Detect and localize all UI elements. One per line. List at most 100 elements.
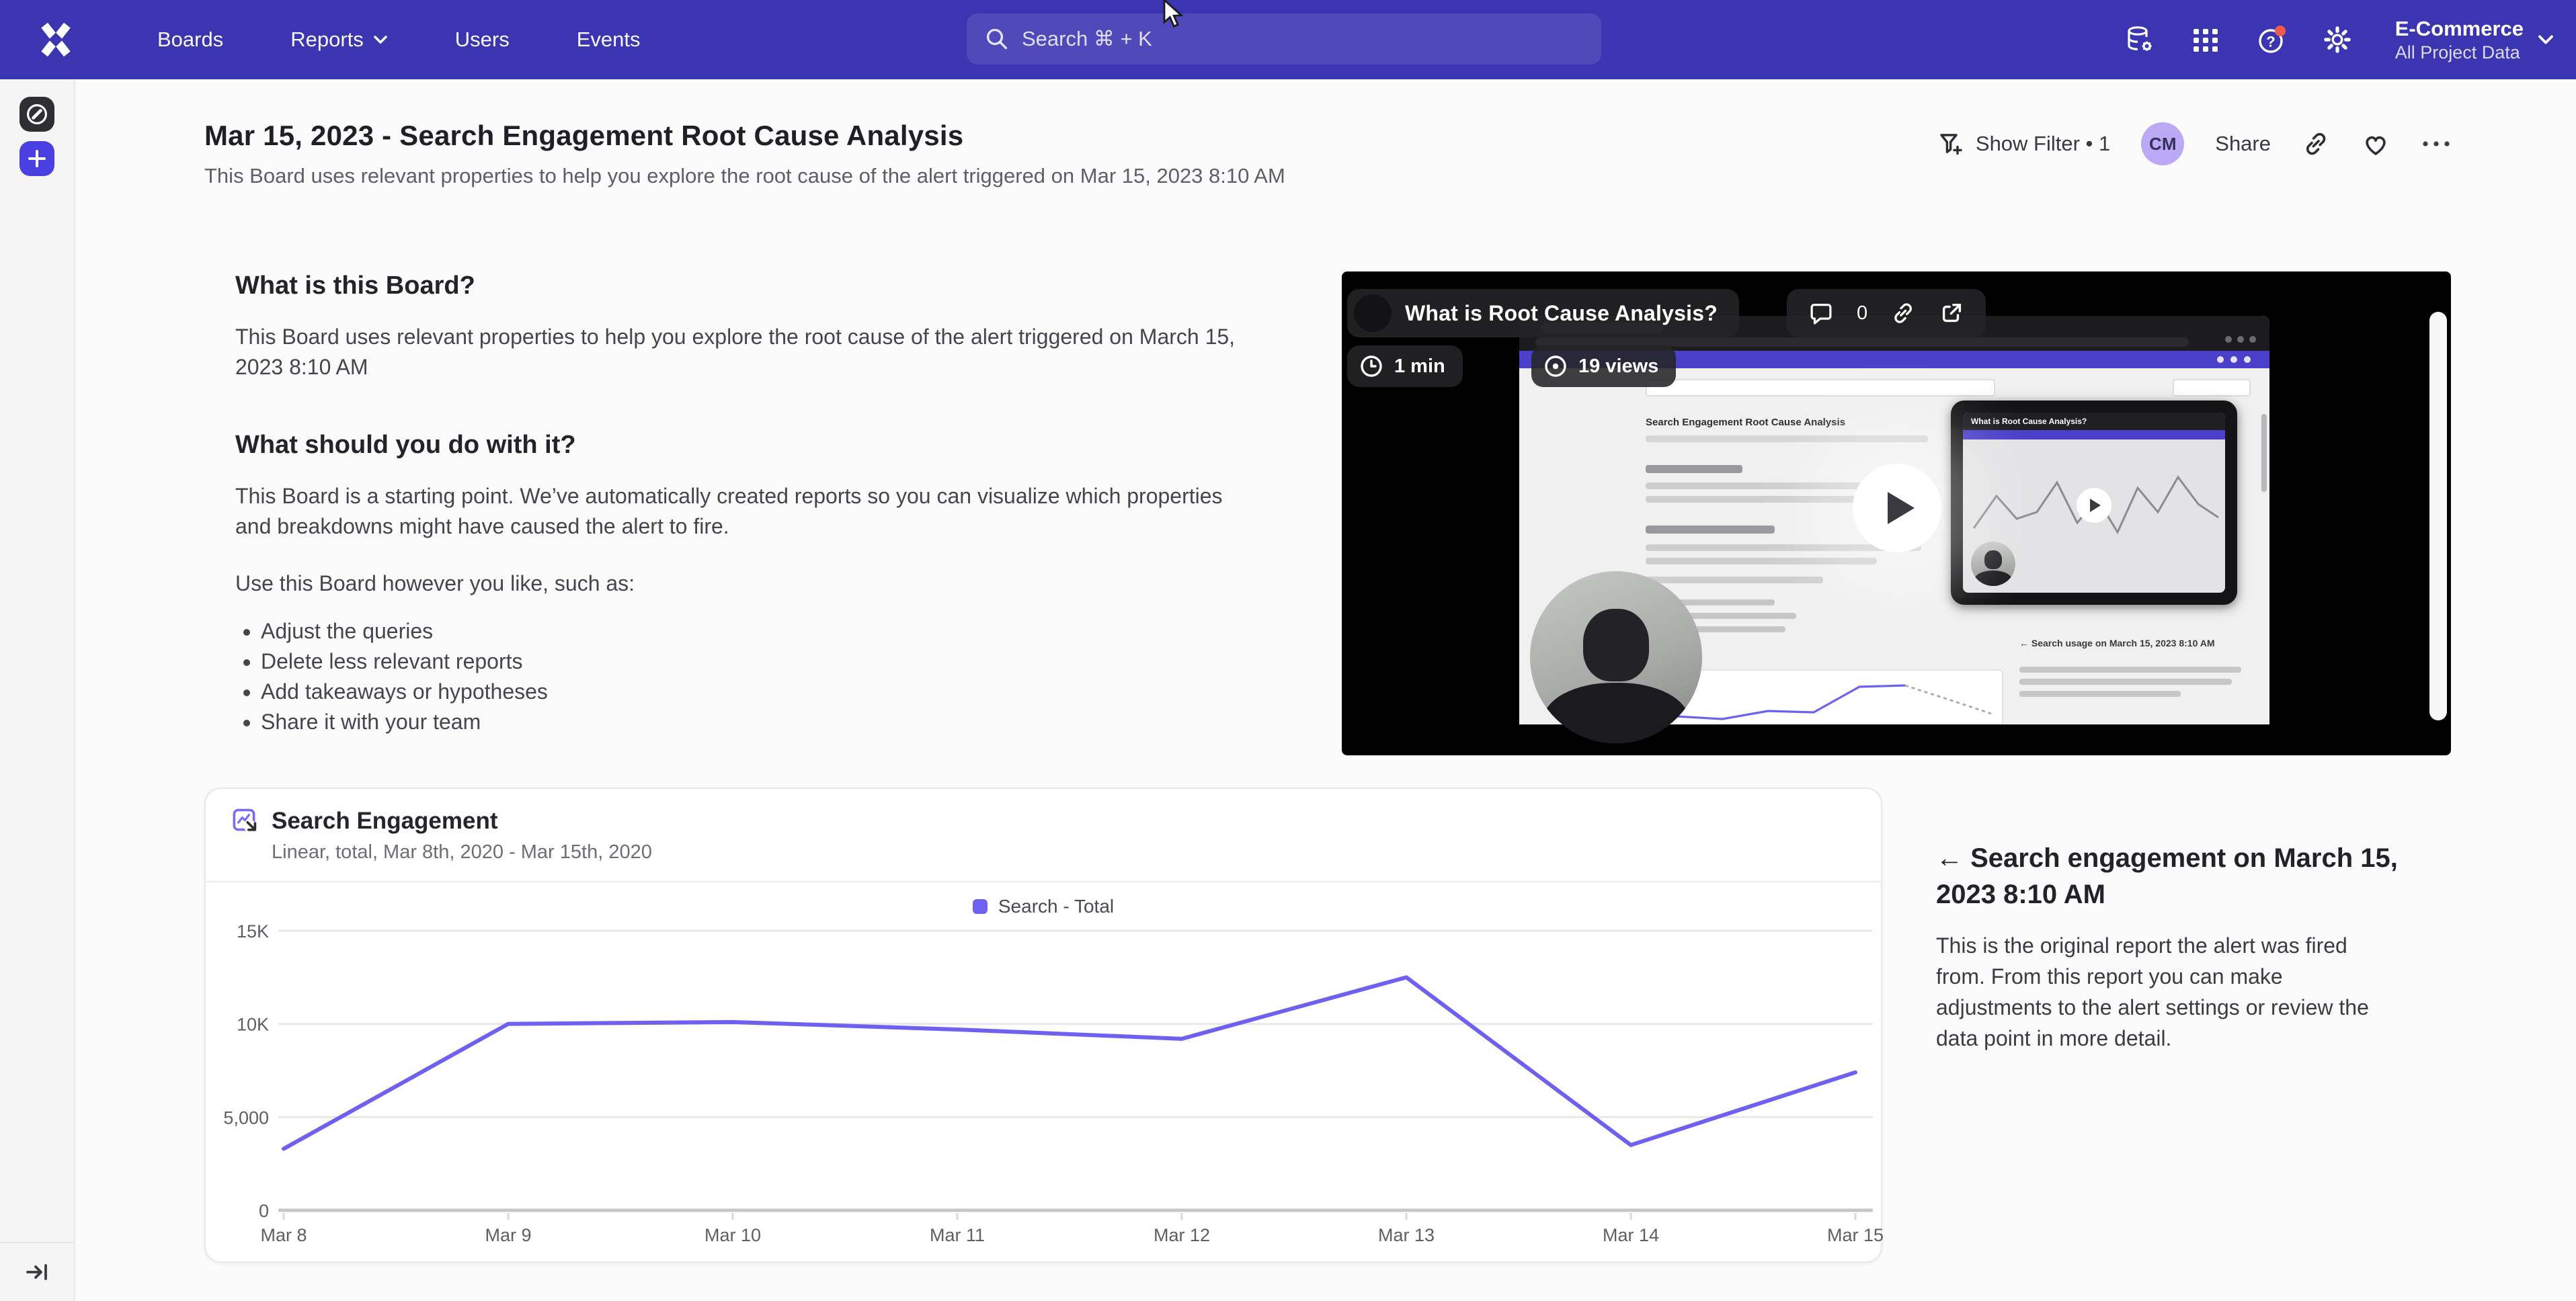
svg-text:Mar 13: Mar 13 xyxy=(1378,1225,1435,1245)
intro-section: What is this Board? This Board uses rele… xyxy=(204,271,2451,755)
board-title: Mar 15, 2023 - Search Engagement Root Ca… xyxy=(204,120,1285,152)
presenter-webcam-bubble xyxy=(1530,571,1702,743)
nav-item-reports[interactable]: Reports xyxy=(290,28,388,52)
search-icon xyxy=(985,28,1008,50)
chevron-down-icon xyxy=(373,34,388,45)
create-new-button[interactable] xyxy=(19,141,54,176)
report-section: Search Engagement Linear, total, Mar 8th… xyxy=(204,788,2451,1263)
primary-nav: Boards Reports Users Events xyxy=(157,28,641,52)
svg-text:Mar 14: Mar 14 xyxy=(1603,1225,1659,1245)
engagement-chart: 05,00010K15KMar 8Mar 9Mar 10Mar 11Mar 12… xyxy=(206,920,1884,1248)
app-root: Boards Reports Users Events Search ⌘ + K xyxy=(0,0,2576,1301)
annotation-heading: ← Search engagement on March 15, 2023 8:… xyxy=(1936,840,2407,913)
data-management-icon[interactable] xyxy=(2124,24,2156,56)
chevron-down-icon xyxy=(2537,34,2554,46)
svg-text:Mar 11: Mar 11 xyxy=(930,1225,985,1245)
compass-icon xyxy=(25,102,49,126)
nav-utilities: ? E-Commerce All Project Data xyxy=(2124,0,2554,79)
apps-grid-icon[interactable] xyxy=(2189,24,2222,56)
board-subtitle: This Board uses relevant properties to h… xyxy=(204,164,1285,188)
svg-text:?: ? xyxy=(2266,34,2275,50)
help-icon[interactable]: ? xyxy=(2255,24,2288,56)
svg-text:Mar 9: Mar 9 xyxy=(485,1225,531,1245)
report-card[interactable]: Search Engagement Linear, total, Mar 8th… xyxy=(204,788,1882,1263)
video-presenter-avatar xyxy=(1354,294,1392,332)
views-icon xyxy=(1543,354,1568,378)
mouse-cursor xyxy=(1159,0,1186,30)
mixpanel-logo-icon[interactable] xyxy=(38,22,74,58)
project-scope: All Project Data xyxy=(2395,42,2524,63)
video-duration-badge: 1 min xyxy=(1347,345,1463,387)
legend-label: Search - Total xyxy=(998,896,1114,917)
board-canvas: Mar 15, 2023 - Search Engagement Root Ca… xyxy=(75,79,2576,1301)
open-external-icon[interactable] xyxy=(1939,300,1964,326)
list-item: Adjust the queries xyxy=(261,616,1240,646)
plus-icon xyxy=(28,149,46,168)
svg-text:Mar 12: Mar 12 xyxy=(1154,1225,1210,1245)
left-rail xyxy=(0,79,75,1301)
line-report-icon[interactable] xyxy=(233,808,258,834)
thumb-nested-video: What is Root Cause Analysis? xyxy=(1951,401,2237,605)
list-item: Share it with your team xyxy=(261,707,1240,737)
nav-item-users[interactable]: Users xyxy=(455,28,510,52)
thumb-board-title: Search Engagement Root Cause Analysis xyxy=(1646,417,1845,428)
report-card-header: Search Engagement Linear, total, Mar 8th… xyxy=(206,789,1881,882)
project-switcher[interactable]: E-Commerce All Project Data xyxy=(2395,16,2554,63)
share-button[interactable]: Share xyxy=(2215,132,2271,156)
nav-item-boards[interactable]: Boards xyxy=(157,28,223,52)
report-title: Search Engagement xyxy=(272,808,498,835)
video-title-bar: What is Root Cause Analysis? xyxy=(1347,289,1739,337)
project-name: E-Commerce xyxy=(2395,16,2524,42)
video-link-icon[interactable] xyxy=(1890,300,1916,326)
svg-text:15K: 15K xyxy=(237,921,269,941)
intro-q1-body: This Board uses relevant properties to h… xyxy=(235,322,1240,382)
nav-item-events[interactable]: Events xyxy=(577,28,641,52)
nested-play-icon xyxy=(2077,488,2111,523)
intro-bullets: Adjust the queriesDelete less relevant r… xyxy=(235,616,1240,737)
intro-use-line: Use this Board however you like, such as… xyxy=(235,571,1240,596)
list-item: Delete less relevant reports xyxy=(261,646,1240,677)
annotation-body: This is the original report the alert wa… xyxy=(1936,930,2400,1054)
clock-icon xyxy=(1359,354,1383,378)
search-placeholder: Search ⌘ + K xyxy=(1022,27,1152,51)
svg-text:Mar 8: Mar 8 xyxy=(260,1225,307,1245)
svg-text:Mar 15: Mar 15 xyxy=(1827,1225,1884,1245)
explore-button[interactable] xyxy=(19,97,54,132)
thumb-window-scrollbar xyxy=(2429,312,2447,720)
chart-legend[interactable]: Search - Total xyxy=(206,896,1881,917)
list-item: Add takeaways or hypotheses xyxy=(261,677,1240,707)
intro-text-block: What is this Board? This Board uses rele… xyxy=(204,271,1240,755)
copy-link-icon[interactable] xyxy=(2302,130,2330,158)
svg-text:10K: 10K xyxy=(237,1015,269,1035)
play-icon xyxy=(1888,492,1915,524)
video-comment-count: 0 xyxy=(1857,302,1867,325)
nested-webcam xyxy=(1971,542,2015,586)
play-button[interactable] xyxy=(1853,464,1941,552)
comments-icon[interactable] xyxy=(1808,300,1834,326)
thumb-note-heading: ← Search usage on March 15, 2023 8:10 AM xyxy=(2019,637,2248,649)
global-search-input[interactable]: Search ⌘ + K xyxy=(967,13,1601,65)
thumb-mini-chart xyxy=(1667,669,2003,724)
intro-q2-body: This Board is a starting point. We’ve au… xyxy=(235,481,1240,542)
favorite-heart-icon[interactable] xyxy=(2361,130,2390,157)
expand-sidebar-button[interactable] xyxy=(0,1242,74,1301)
chart-area: 05,00010K15KMar 8Mar 9Mar 10Mar 11Mar 12… xyxy=(206,917,1881,1261)
video-actions: 0 xyxy=(1787,289,1986,337)
svg-text:0: 0 xyxy=(259,1201,269,1221)
video-views-badge: 19 views xyxy=(1531,345,1676,387)
intro-q2-heading: What should you do with it? xyxy=(235,431,1240,460)
report-subtitle: Linear, total, Mar 8th, 2020 - Mar 15th,… xyxy=(272,841,1854,864)
intro-q1-heading: What is this Board? xyxy=(235,271,1240,300)
video-title: What is Root Cause Analysis? xyxy=(1405,301,1718,326)
svg-text:Mar 10: Mar 10 xyxy=(705,1225,761,1245)
show-filter-button[interactable]: Show Filter • 1 xyxy=(1937,130,2110,157)
avatar[interactable]: CM xyxy=(2141,122,2184,165)
filter-icon xyxy=(1937,130,1964,157)
more-menu-icon[interactable] xyxy=(2421,140,2451,148)
settings-gear-icon[interactable] xyxy=(2321,24,2353,56)
board-header: Mar 15, 2023 - Search Engagement Root Ca… xyxy=(204,120,2451,188)
video-player[interactable]: Search Engagement Root Cause Analysis xyxy=(1342,271,2451,755)
board-controls: Show Filter • 1 CM Share xyxy=(1937,122,2451,165)
legend-swatch xyxy=(973,899,988,914)
annotation-block: ← Search engagement on March 15, 2023 8:… xyxy=(1936,788,2407,1054)
